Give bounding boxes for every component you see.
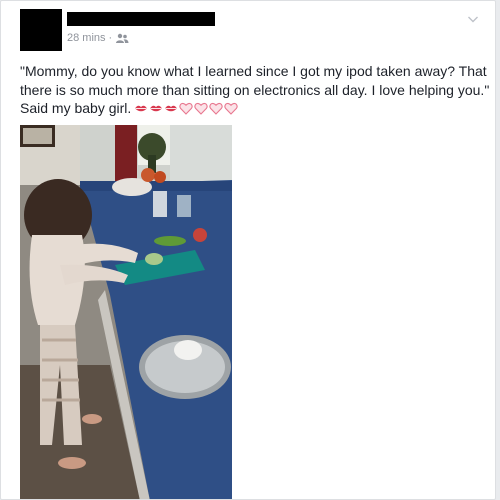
kiss-icon bbox=[135, 105, 148, 112]
post-message: "Mommy, do you know what I learned since… bbox=[20, 62, 490, 118]
post-meta: 28 mins · bbox=[67, 32, 129, 44]
post-photo[interactable] bbox=[20, 125, 232, 499]
heart-outline-icon bbox=[179, 102, 193, 115]
heart-outline-icon bbox=[224, 102, 238, 115]
heart-outline-icon bbox=[209, 102, 223, 115]
author-name-redacted[interactable] bbox=[67, 12, 215, 26]
chevron-down-icon[interactable] bbox=[467, 11, 479, 23]
emoji-row bbox=[134, 102, 238, 115]
avatar[interactable] bbox=[20, 9, 62, 51]
post-message-text: "Mommy, do you know what I learned since… bbox=[20, 63, 490, 116]
meta-separator: · bbox=[108, 32, 113, 44]
feed-post: 28 mins · "Mommy, do you know what I lea… bbox=[0, 0, 496, 500]
kiss-icon bbox=[150, 105, 163, 112]
post-timestamp[interactable]: 28 mins bbox=[67, 32, 106, 44]
kiss-icon bbox=[165, 105, 178, 112]
heart-outline-icon bbox=[194, 102, 208, 115]
friends-icon[interactable] bbox=[115, 33, 129, 43]
child-cutting-vegetables-photo bbox=[20, 125, 232, 499]
